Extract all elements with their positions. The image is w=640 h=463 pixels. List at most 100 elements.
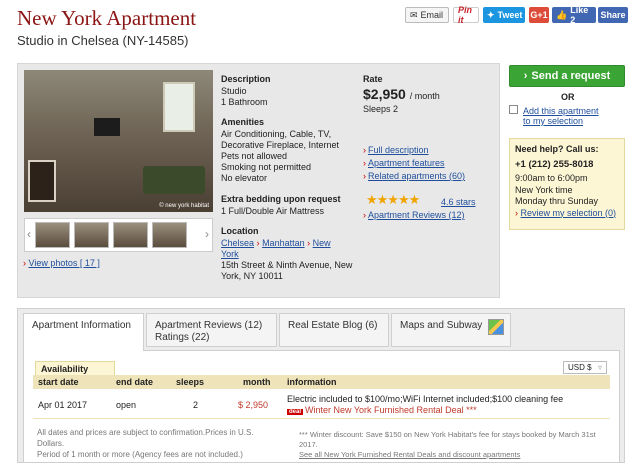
chevron-right-icon: › — [363, 158, 366, 168]
related-apartments-link: Related apartments (60) — [368, 171, 466, 181]
row-divider — [33, 418, 610, 419]
facebook-like-button[interactable]: 👍 Like 2 — [552, 5, 596, 25]
view-photos-label: View photos [ 17 ] — [28, 258, 100, 268]
tab-apartment-information[interactable]: Apartment Information — [23, 313, 144, 351]
photo-watermark: © new york habitat — [159, 203, 209, 209]
description-line: Studio — [221, 86, 247, 96]
chevron-right-icon: › — [363, 171, 366, 181]
breadcrumb-chelsea[interactable]: Chelsea — [221, 238, 254, 248]
cell-start-date: Apr 01 2017 — [38, 400, 88, 410]
email-share-button[interactable]: ✉ Email — [405, 7, 449, 23]
quick-links: › Full description › Apartment features › R… — [363, 144, 465, 183]
envelope-icon: ✉ — [410, 9, 418, 20]
send-request-label: Send a request — [531, 70, 611, 82]
help-heading: Need help? Call us: — [515, 144, 599, 154]
page-subtitle: Studio in Chelsea (NY-14585) — [17, 33, 189, 48]
cell-month-price: $ 2,950 — [238, 400, 269, 410]
chevron-right-icon: › — [523, 70, 528, 82]
quick-link[interactable]: › Apartment features — [363, 157, 465, 170]
deal-badge: deal — [287, 409, 304, 415]
address-line: 15th Street & Ninth Avenue, New — [221, 260, 353, 270]
amenities-line: No elevator — [221, 173, 268, 183]
pricing-note-line: All dates and prices are subject to conf… — [37, 428, 254, 448]
star-score-link[interactable]: 4.6 stars — [441, 197, 476, 207]
facebook-share-button[interactable]: Share — [598, 7, 628, 23]
star-rating: ★★★★★ — [366, 192, 420, 207]
bedding-line: 1 Full/Double Air Mattress — [221, 206, 325, 216]
quick-link[interactable]: › Related apartments (60) — [363, 170, 465, 183]
tweet-button[interactable]: ✦ Tweet — [483, 7, 525, 23]
rate-period: / month — [409, 91, 440, 101]
deal-line[interactable]: deal Winter New York Furnished Rental Dea… — [287, 405, 477, 415]
cell-end-date: open — [116, 400, 137, 410]
currency-select[interactable]: USD $ ▿ — [563, 361, 607, 374]
amenities-block: Amenities Air Conditioning, Cable, TV, D… — [221, 117, 339, 184]
main-photo[interactable]: © new york habitat — [24, 70, 213, 212]
breadcrumb-new-york[interactable]: New — [313, 238, 331, 248]
amenities-line: Air Conditioning, Cable, TV, — [221, 129, 332, 139]
furnished-deals-link[interactable]: See all New York Furnished Rental Deals … — [299, 450, 611, 460]
currency-value: USD $ — [568, 363, 592, 372]
thumbnail[interactable] — [152, 222, 187, 248]
thumbnail[interactable] — [113, 222, 148, 248]
review-selection-link[interactable]: › Review my selection (0) — [515, 208, 619, 220]
description-heading: Description — [221, 74, 271, 84]
help-timezone: New York time — [515, 184, 573, 195]
breadcrumb-new-york-cont[interactable]: York — [221, 249, 239, 259]
column-header: sleeps — [176, 377, 205, 387]
thumbnail[interactable] — [35, 222, 70, 248]
send-request-button[interactable]: › Send a request — [509, 65, 625, 87]
chevron-right-icon: › — [363, 145, 366, 155]
help-box: Need help? Call us: +1 (212) 255-8018 9:… — [509, 138, 625, 230]
column-header: month — [243, 377, 271, 387]
rate-amount: $2,950 / month — [363, 86, 440, 102]
view-photos-link[interactable]: › View photos [ 17 ] — [23, 258, 100, 268]
chevron-right-icon: › — [363, 210, 366, 220]
address-line: York, NY 10011 — [221, 271, 283, 281]
page-title: New York Apartment — [17, 6, 197, 30]
amenities-line: Pets not allowed — [221, 151, 288, 161]
tab-label: Apartment Reviews (12) — [155, 320, 263, 331]
chevron-right-icon: › — [23, 258, 26, 268]
pricing-note-line: Period of 1 month or more (Agency fees a… — [37, 450, 243, 459]
google-plus-button[interactable]: G+1 — [529, 7, 549, 23]
bedding-heading: Extra bedding upon request — [221, 194, 341, 204]
pricing-note: All dates and prices are subject to conf… — [37, 427, 267, 460]
description-line: 1 Bathroom — [221, 97, 268, 107]
add-to-selection-link[interactable]: Add this apartment to my selection — [523, 106, 599, 126]
sleeps-count: Sleeps 2 — [363, 104, 399, 114]
pinterest-button[interactable]: Pin it — [453, 5, 479, 25]
apartment-reviews-label: Apartment Reviews (12) — [368, 210, 465, 220]
map-icon — [488, 319, 504, 335]
tab-apartment-reviews[interactable]: Apartment Reviews (12) Ratings (22) — [146, 313, 277, 347]
tab-label: Real Estate Blog (6) — [288, 320, 378, 331]
tab-label: Ratings (22) — [155, 332, 210, 343]
column-header: start date — [38, 377, 79, 387]
email-share-label: Email — [420, 10, 444, 20]
add-to-selection-line: Add this apartment — [523, 106, 599, 116]
add-to-selection-checkbox[interactable] — [509, 105, 518, 114]
column-header: end date — [116, 377, 154, 387]
thumbs-up-icon: 👍 — [556, 9, 568, 20]
help-hours: 9:00am to 6:00pm — [515, 173, 588, 183]
availability-label: Availability — [35, 361, 115, 375]
tab-label: Apartment Information — [32, 320, 131, 331]
rate-heading: Rate — [363, 74, 383, 84]
chevron-right-icon: › — [515, 207, 518, 218]
apartment-reviews-link[interactable]: › Apartment Reviews (12) — [363, 210, 465, 220]
breadcrumb-manhattan[interactable]: Manhattan — [262, 238, 305, 248]
thumbnail[interactable] — [74, 222, 109, 248]
help-days: Monday thru Sunday — [515, 196, 599, 206]
thumbnail-strip: ‹ › — [24, 218, 213, 252]
deal-text: Winter New York Furnished Rental Deal **… — [305, 405, 477, 415]
chevron-down-icon: ▿ — [597, 363, 602, 372]
next-arrow-icon[interactable]: › — [205, 227, 209, 241]
quick-link[interactable]: › Full description — [363, 144, 465, 157]
bedding-block: Extra bedding upon request 1 Full/Double… — [221, 194, 341, 217]
column-header: information — [287, 377, 337, 387]
tab-maps-and-subway[interactable]: Maps and Subway — [391, 313, 511, 347]
discount-note-line: *** Winter discount: Save $150 on New Yo… — [299, 430, 596, 449]
tab-real-estate-blog[interactable]: Real Estate Blog (6) — [279, 313, 389, 347]
description-block: Description Studio 1 Bathroom — [221, 74, 271, 108]
prev-arrow-icon[interactable]: ‹ — [27, 227, 31, 241]
